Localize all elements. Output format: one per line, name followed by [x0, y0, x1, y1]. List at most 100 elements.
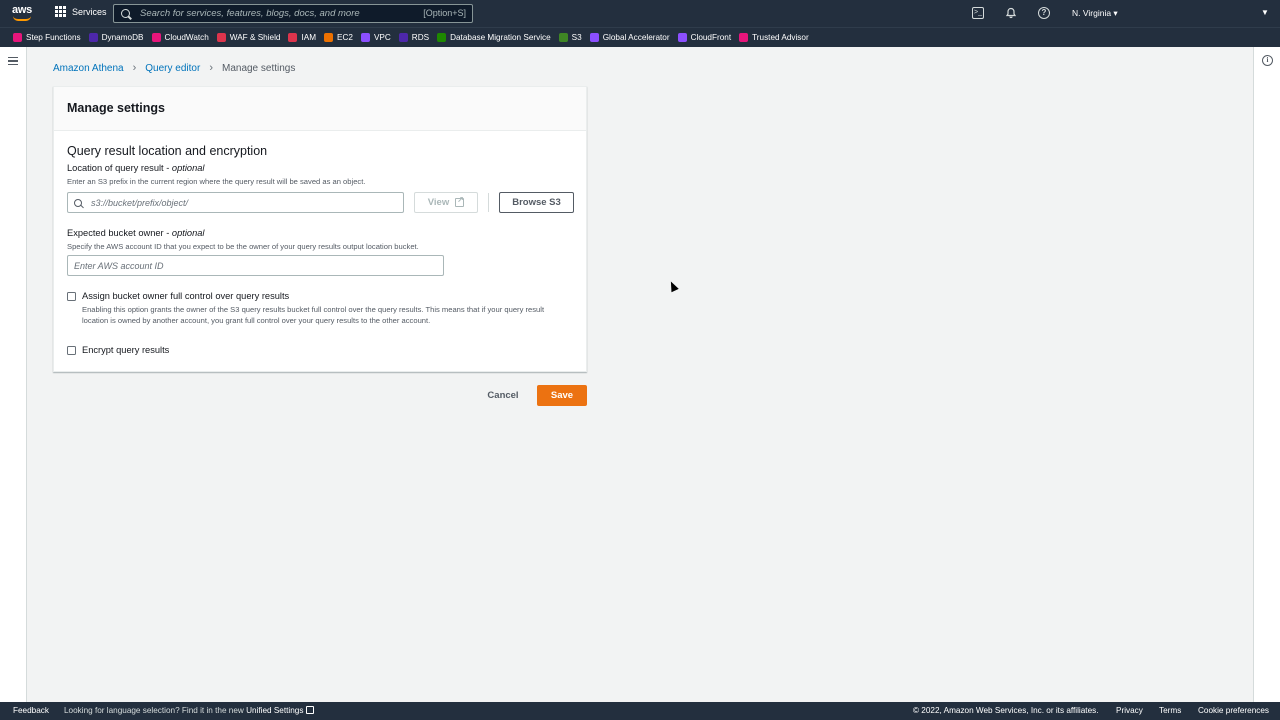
bell-icon[interactable] [1005, 7, 1017, 19]
favorite-iam[interactable]: IAM [288, 33, 316, 42]
favorite-step-functions[interactable]: Step Functions [13, 33, 81, 42]
chevron-right-icon: › [132, 62, 137, 74]
privacy-link[interactable]: Privacy [1116, 706, 1143, 715]
owner-description: Specify the AWS account ID that you expe… [67, 242, 419, 251]
account-id-input[interactable] [74, 261, 434, 271]
location-description: Enter an S3 prefix in the current region… [67, 177, 366, 186]
service-icon [324, 33, 334, 42]
assign-control-description: Enabling this option grants the owner of… [82, 305, 545, 325]
favorite-label: VPC [373, 33, 391, 42]
service-icon [677, 33, 687, 42]
service-icon [88, 33, 98, 42]
favorite-label: Global Accelerator [602, 33, 670, 42]
favorite-label: S3 [571, 33, 582, 42]
search-bar[interactable]: [Option+S] [113, 4, 473, 23]
external-link-icon [455, 195, 465, 207]
owner-field[interactable] [67, 255, 444, 276]
section-title: Query result location and encryption [67, 144, 268, 158]
help-icon[interactable]: ? [1038, 7, 1050, 19]
favorite-waf-shield[interactable]: WAF & Shield [216, 33, 281, 42]
aws-logo[interactable]: aws [12, 4, 34, 22]
top-navigation: aws Services [Option+S] >_ ? N. Virginia… [0, 0, 1280, 27]
service-icon [216, 33, 226, 42]
save-button[interactable]: Save [537, 385, 587, 406]
region-selector[interactable]: N. Virginia ▾ [1072, 8, 1118, 19]
cancel-button[interactable]: Cancel [478, 386, 528, 405]
settings-panel: Manage settings Query result location an… [53, 86, 587, 372]
favorite-trusted-advisor[interactable]: Trusted Advisor [739, 33, 809, 42]
footer: Feedback Looking for language selection?… [0, 702, 1280, 720]
breadcrumb-query-editor[interactable]: Query editor [145, 63, 200, 74]
favorite-label: Trusted Advisor [752, 33, 809, 42]
favorite-s3[interactable]: S3 [558, 33, 582, 42]
service-icon [558, 33, 568, 42]
view-button-label: View [427, 197, 450, 208]
mouse-cursor-icon [667, 279, 679, 293]
breadcrumb-current: Manage settings [221, 62, 296, 74]
favorite-label: WAF & Shield [229, 33, 281, 42]
side-navigation-rail [0, 47, 27, 702]
unified-settings-link[interactable]: Unified Settings [246, 706, 303, 715]
favorite-cloudfront[interactable]: CloudFront [677, 33, 732, 42]
favorite-vpc[interactable]: VPC [360, 33, 391, 42]
account-menu-caret-icon[interactable]: ▼ [1261, 8, 1269, 17]
grid-icon [55, 6, 66, 17]
favorite-dynamodb[interactable]: DynamoDB [88, 33, 144, 42]
encrypt-label[interactable]: Encrypt query results [82, 345, 169, 355]
service-icon [360, 33, 370, 42]
favorite-label: CloudWatch [164, 33, 209, 42]
service-icon [739, 33, 749, 42]
service-icon [151, 33, 161, 42]
services-menu-button[interactable]: Services [55, 6, 107, 17]
favorite-label: EC2 [337, 33, 353, 42]
favorite-rds[interactable]: RDS [398, 33, 429, 42]
s3-location-field[interactable] [67, 192, 404, 213]
info-icon[interactable]: i [1262, 55, 1273, 66]
panel-header: Manage settings [54, 87, 586, 131]
terms-link[interactable]: Terms [1159, 706, 1181, 715]
owner-label: Expected bucket owner - optional [67, 228, 204, 238]
favorite-cloudwatch[interactable]: CloudWatch [151, 33, 209, 42]
search-shortcut-hint: [Option+S] [423, 8, 466, 18]
language-notice: Looking for language selection? Find it … [64, 706, 315, 715]
breadcrumb: Amazon Athena › Query editor › Manage se… [53, 62, 295, 74]
divider [488, 193, 489, 212]
location-label-text: Location of query result - [67, 163, 172, 173]
breadcrumb-athena[interactable]: Amazon Athena [53, 63, 124, 74]
favorite-label: IAM [301, 33, 317, 42]
copyright: © 2022, Amazon Web Services, Inc. or its… [913, 706, 1099, 715]
search-icon [74, 198, 82, 207]
favorite-global-accelerator[interactable]: Global Accelerator [589, 33, 670, 42]
favorite-label: Database Migration Service [450, 33, 551, 42]
assign-control-label[interactable]: Assign bucket owner full control over qu… [82, 291, 289, 301]
favorites-bar: Step Functions DynamoDB CloudWatch WAF & Sh… [0, 27, 1280, 47]
aws-smile-icon [13, 16, 31, 21]
page-title: Manage settings [67, 101, 165, 115]
favorite-database-migration-service[interactable]: Database Migration Service [437, 33, 551, 42]
service-icon [437, 33, 447, 42]
cloudshell-icon[interactable]: >_ [972, 7, 984, 19]
language-notice-text: Looking for language selection? Find it … [64, 706, 247, 715]
service-icon [288, 33, 298, 42]
menu-icon[interactable] [8, 57, 18, 65]
assign-control-checkbox[interactable] [67, 292, 76, 301]
service-icon [13, 33, 22, 42]
favorite-label: Step Functions [26, 33, 81, 42]
aws-logo-text: aws [12, 4, 32, 16]
s3-location-input[interactable] [91, 197, 391, 208]
optional-tag: optional [171, 163, 205, 173]
chevron-right-icon: › [209, 62, 213, 74]
feedback-link[interactable]: Feedback [13, 706, 49, 715]
service-icon [398, 33, 408, 42]
cookie-preferences-link[interactable]: Cookie preferences [1198, 706, 1269, 715]
view-button[interactable]: View [414, 192, 478, 213]
favorite-ec2[interactable]: EC2 [324, 33, 353, 42]
search-input[interactable] [140, 8, 410, 19]
owner-label-text: Expected bucket owner - [67, 228, 172, 238]
encrypt-checkbox[interactable] [67, 346, 76, 355]
service-icon [589, 33, 599, 42]
favorite-label: CloudFront [690, 33, 732, 42]
help-panel-rail: i [1253, 47, 1280, 702]
browse-s3-button[interactable]: Browse S3 [499, 192, 574, 213]
external-link-icon [306, 706, 315, 714]
